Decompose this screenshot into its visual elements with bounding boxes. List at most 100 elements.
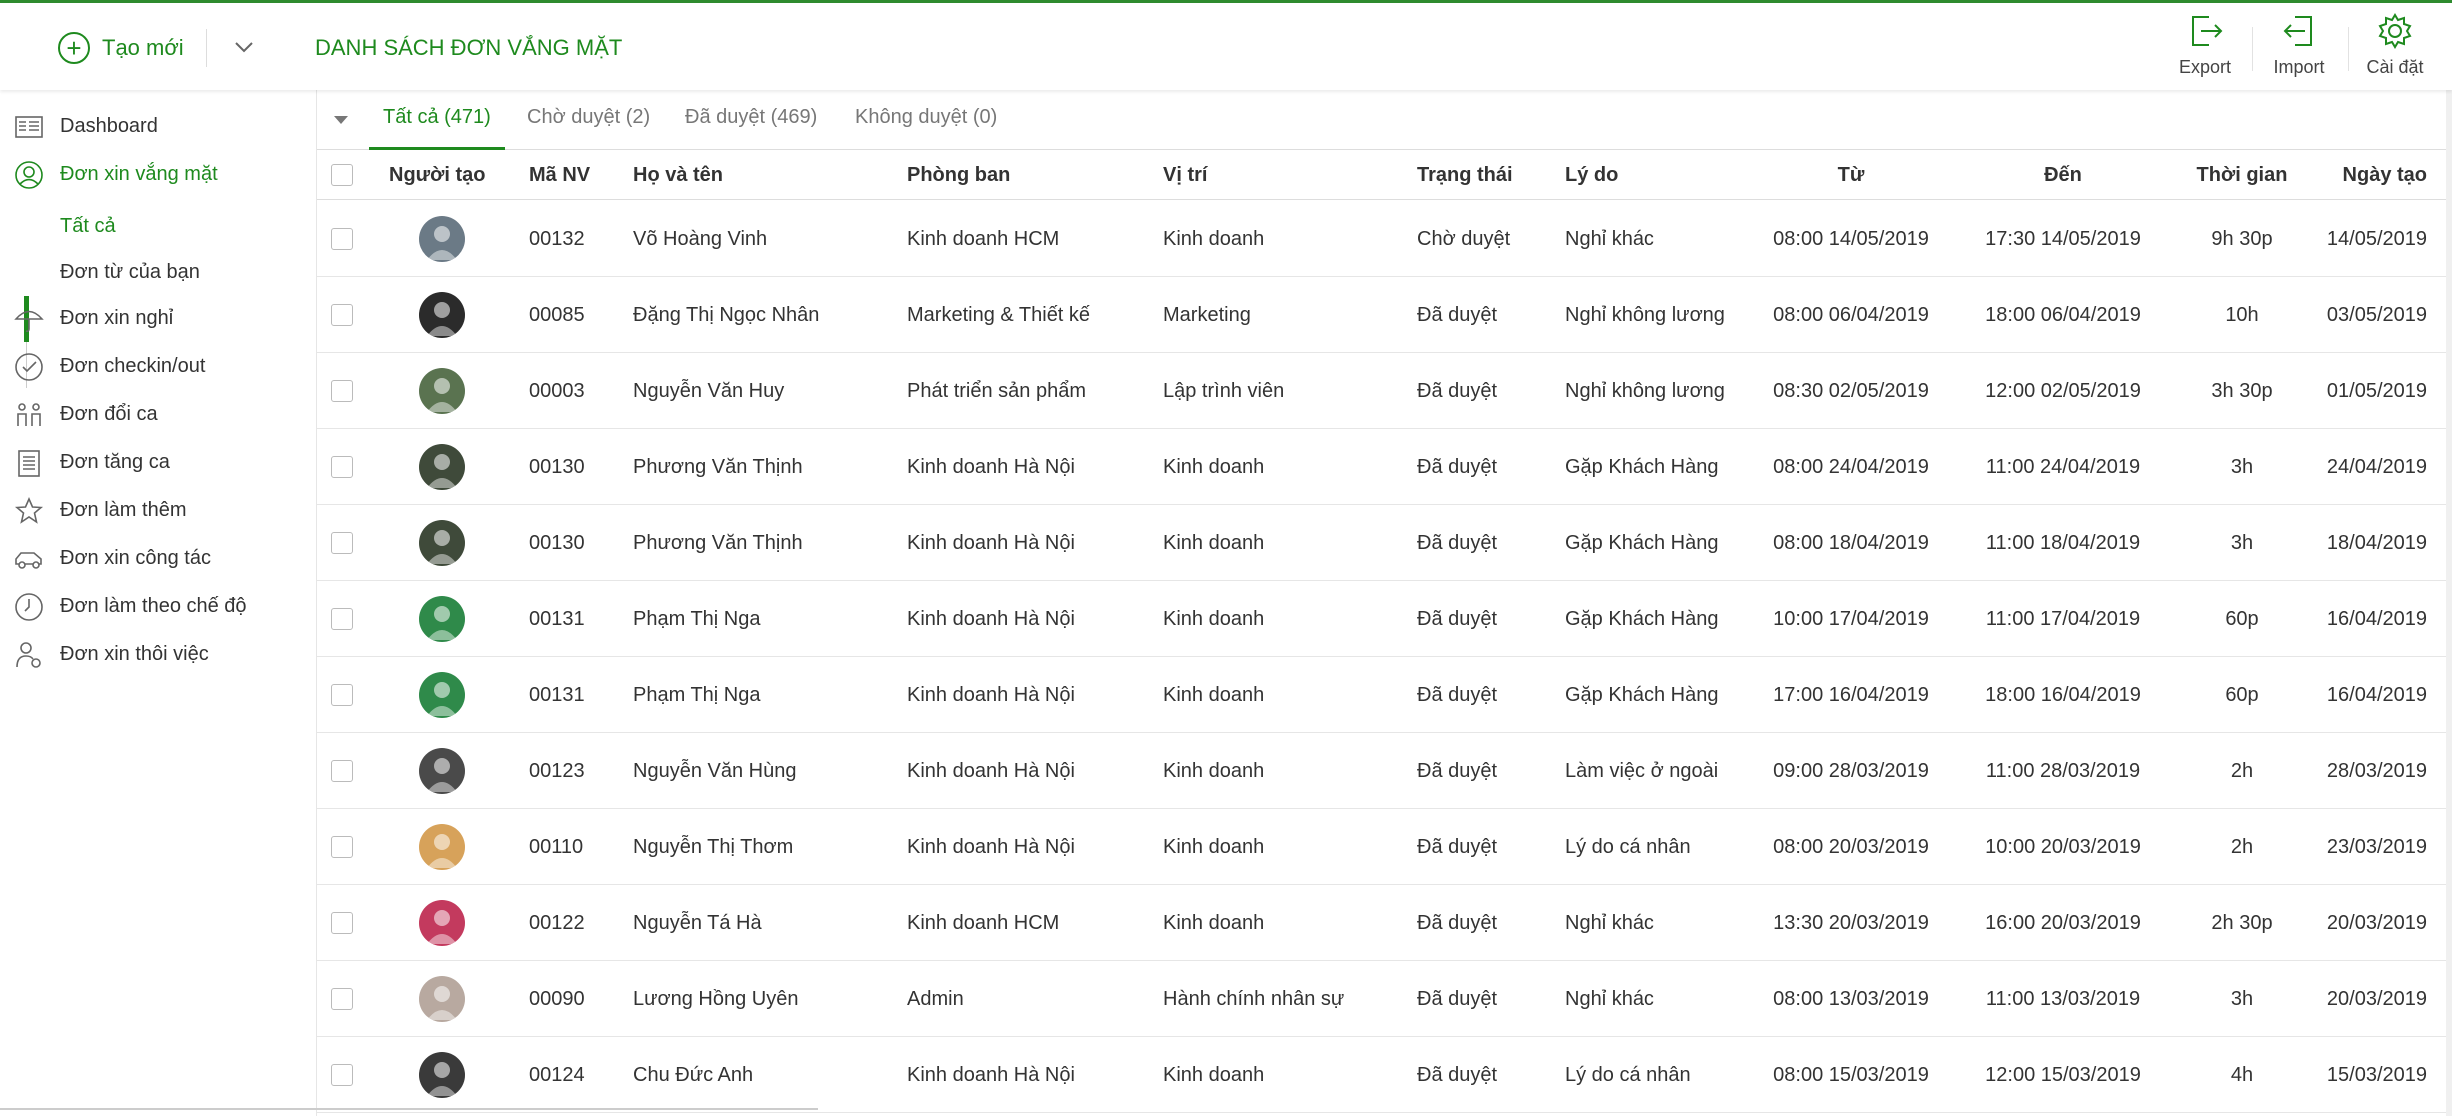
from-time: 09:00 28/03/2019 [1773, 760, 1929, 782]
tab-rejected[interactable]: Không duyệt (0) [841, 104, 1011, 150]
select-all-checkbox[interactable] [331, 164, 353, 186]
created-date: 16/04/2019 [2326, 684, 2427, 706]
sidebar-item-dashboard[interactable]: Dashboard [0, 104, 316, 148]
gear-icon [2378, 13, 2412, 49]
department: Kinh doanh Hà Nội [907, 608, 1075, 630]
sidebar-item-label: Đơn xin nghỉ [60, 306, 174, 329]
settings-button[interactable]: Cài đặt [2350, 11, 2440, 89]
sidebar-item-business-trip[interactable]: Đơn xin công tác [0, 536, 316, 580]
tab-all[interactable]: Tất cả (471) [369, 104, 505, 150]
column-header[interactable]: Mã NV [529, 150, 590, 200]
table-row[interactable]: 00124 Chu Đức Anh Kinh doanh Hà Nội Kinh do… [317, 1037, 2452, 1113]
row-checkbox[interactable] [331, 380, 353, 402]
row-checkbox[interactable] [331, 456, 353, 478]
duration: 3h [2230, 532, 2254, 554]
sidebar-item-regime[interactable]: Đơn làm theo chế độ [0, 584, 316, 628]
umbrella-icon [14, 310, 44, 333]
chevron-down-icon[interactable] [228, 31, 260, 63]
horizontal-scrollbar[interactable] [0, 1108, 818, 1110]
sidebar-item-overtime[interactable]: Đơn tăng ca [0, 440, 316, 484]
row-checkbox[interactable] [331, 532, 353, 554]
created-date: 20/03/2019 [2326, 912, 2427, 934]
sidebar-subitem-yours[interactable]: Đơn từ của bạn [60, 252, 200, 292]
table-row[interactable]: 00090 Lương Hồng Uyên Admin Hành chính nhân… [317, 961, 2452, 1037]
from-time: 08:00 13/03/2019 [1773, 988, 1929, 1010]
row-checkbox[interactable] [331, 684, 353, 706]
sidebar-item-leave[interactable]: Đơn xin nghỉ [0, 296, 316, 340]
table-row[interactable]: 00130 Phương Văn Thịnh Kinh doanh Hà Nội Ki… [317, 505, 2452, 581]
employee-code: 00090 [529, 988, 585, 1010]
sidebar-item-shift-swap[interactable]: Đơn đổi ca [0, 392, 316, 436]
status-badge: Đã duyệt [1417, 456, 1498, 478]
tab-approved[interactable]: Đã duyệt (469) [671, 104, 831, 150]
row-checkbox[interactable] [331, 836, 353, 858]
table-row[interactable]: 00085 Đặng Thị Ngọc Nhân Marketing & Thiết… [317, 277, 2452, 353]
export-icon [2192, 16, 2223, 46]
people-swap-icon [17, 403, 41, 426]
column-header[interactable]: Trạng thái [1417, 150, 1513, 200]
position: Kinh doanh [1163, 456, 1265, 478]
column-header[interactable]: Lý do [1565, 150, 1618, 200]
employee-name: Chu Đức Anh [633, 1064, 754, 1086]
row-checkbox[interactable] [331, 1064, 353, 1086]
sidebar: Dashboard Đơn xin vắng mặt Tất cả Đơn từ… [0, 90, 316, 1116]
table-row[interactable]: 00122 Nguyễn Tá Hà Kinh doanh HCM Kinh doan… [317, 885, 2452, 961]
sidebar-item-absence[interactable]: Đơn xin vắng mặt [0, 152, 316, 196]
sidebar-item-checkin[interactable]: Đơn checkin/out [0, 344, 316, 388]
status-badge: Đã duyệt [1417, 1064, 1498, 1086]
avatar [419, 444, 465, 490]
row-checkbox[interactable] [331, 912, 353, 934]
avatar [419, 216, 465, 262]
column-header[interactable]: Họ và tên [633, 150, 723, 200]
department: Kinh doanh Hà Nội [907, 456, 1075, 478]
import-label: Import [2273, 57, 2325, 77]
column-header[interactable]: Phòng ban [907, 150, 1010, 200]
department: Kinh doanh HCM [907, 912, 1060, 934]
created-date: 01/05/2019 [2326, 380, 2427, 402]
to-time: 12:00 02/05/2019 [1985, 380, 2141, 402]
tab-pending[interactable]: Chờ duyệt (2) [513, 104, 664, 150]
row-checkbox[interactable] [331, 304, 353, 326]
export-label: Export [2178, 57, 2232, 77]
row-checkbox[interactable] [331, 988, 353, 1010]
row-checkbox[interactable] [331, 228, 353, 250]
create-new-label: Tạo mới [102, 35, 184, 60]
page-title: DANH SÁCH ĐƠN VẮNG MẶT [315, 35, 623, 60]
column-header[interactable]: Người tạo [389, 150, 485, 200]
caret-down-icon[interactable] [331, 112, 351, 128]
created-date: 15/03/2019 [2326, 1064, 2427, 1086]
scrollbar[interactable] [2446, 90, 2452, 1116]
sidebar-item-extra-work[interactable]: Đơn làm thêm [0, 488, 316, 532]
table-row[interactable]: 00003 Nguyễn Văn Huy Phát triển sản phẩm Lậ… [317, 353, 2452, 429]
table-row[interactable]: 00123 Nguyễn Văn Hùng Kinh doanh Hà Nội Kin… [317, 733, 2452, 809]
to-time: 18:00 16/04/2019 [1985, 684, 2141, 706]
column-header[interactable]: Ngày tạo [2307, 150, 2427, 200]
sidebar-item-resignation[interactable]: Đơn xin thôi việc [0, 632, 316, 676]
avatar [419, 596, 465, 642]
row-checkbox[interactable] [331, 760, 353, 782]
table-row[interactable]: 00132 Võ Hoàng Vinh Kinh doanh HCM Kinh doa… [317, 201, 2452, 277]
reason: Lý do cá nhân [1565, 836, 1691, 858]
table-row[interactable]: 00131 Phạm Thị Nga Kinh doanh Hà Nội Kinh d… [317, 657, 2452, 733]
column-header[interactable]: Thời gian [2187, 150, 2297, 200]
sidebar-subitem-all[interactable]: Tất cả [60, 206, 116, 246]
to-time: 16:00 20/03/2019 [1985, 912, 2141, 934]
department: Kinh doanh Hà Nội [907, 836, 1075, 858]
department: Kinh doanh Hà Nội [907, 532, 1075, 554]
table-row[interactable]: 00131 Phạm Thị Nga Kinh doanh Hà Nội Kinh d… [317, 581, 2452, 657]
row-checkbox[interactable] [331, 608, 353, 630]
column-header[interactable]: Từ [1751, 150, 1951, 200]
column-header[interactable]: Đến [1963, 150, 2163, 200]
column-header[interactable]: Vị trí [1163, 150, 1207, 200]
table-row[interactable]: 00130 Phương Văn Thịnh Kinh doanh Hà Nội Ki… [317, 429, 2452, 505]
create-new-button[interactable]: + Tạo mới [58, 29, 184, 67]
export-button[interactable]: Export [2160, 11, 2250, 89]
table-row[interactable]: 00110 Nguyễn Thị Thơm Kinh doanh Hà Nội Kin… [317, 809, 2452, 885]
status-badge: Đã duyệt [1417, 760, 1498, 782]
avatar [419, 900, 465, 946]
status-badge: Đã duyệt [1417, 304, 1498, 326]
status-badge: Đã duyệt [1417, 380, 1498, 402]
employee-name: Nguyễn Văn Hùng [633, 760, 797, 782]
import-button[interactable]: Import [2254, 11, 2344, 89]
department: Kinh doanh Hà Nội [907, 1064, 1075, 1086]
